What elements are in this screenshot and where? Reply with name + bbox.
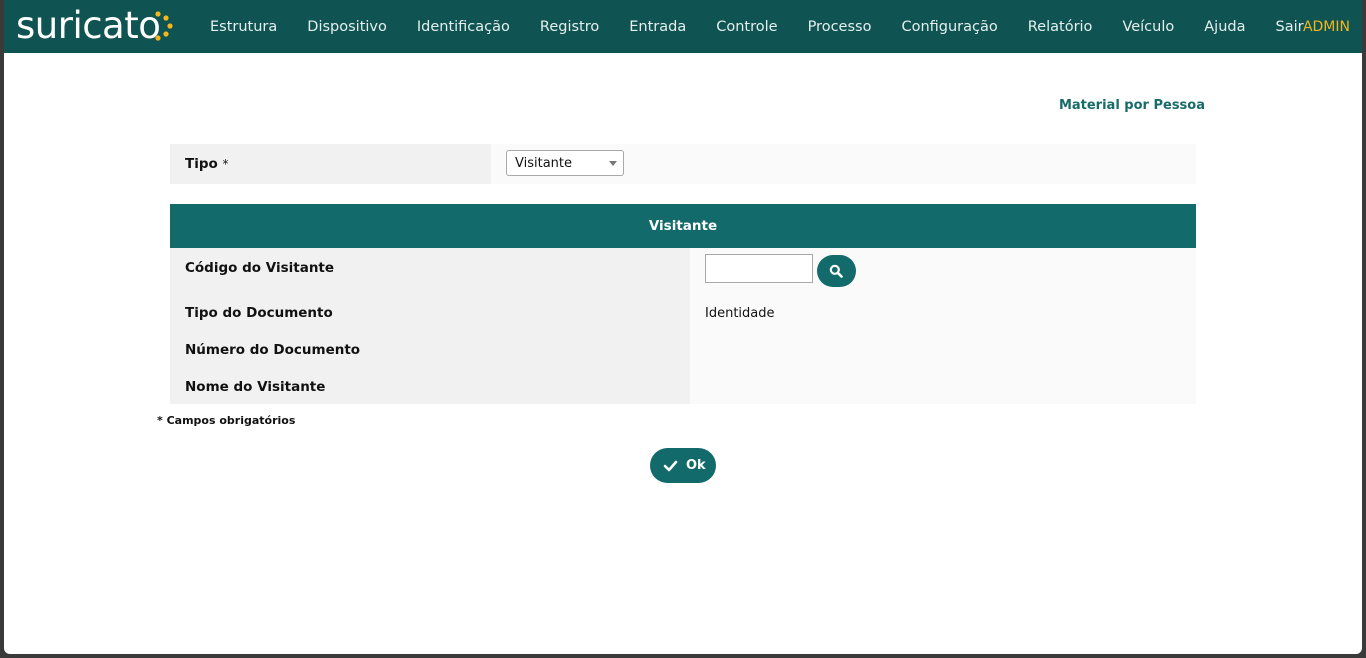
menu-item-dispositivo[interactable]: Dispositivo (292, 0, 402, 53)
logo-text: suricato (16, 4, 161, 47)
ok-button-label: Ok (686, 458, 706, 473)
tipo-row: Tipo * Visitante (170, 144, 1196, 184)
menu-item-identificacao[interactable]: Identificação (402, 0, 525, 53)
menu-item-configuracao[interactable]: Configuração (886, 0, 1012, 53)
tipo-label: Tipo * (170, 144, 491, 184)
menu-item-registro[interactable]: Registro (525, 0, 614, 53)
ok-button[interactable]: Ok (650, 448, 716, 483)
check-icon (663, 460, 678, 472)
menu-item-veiculo[interactable]: Veículo (1107, 0, 1189, 53)
visitante-section-header: Visitante (170, 204, 1196, 248)
menu-item-controle[interactable]: Controle (701, 0, 792, 53)
dropdown-arrow-icon (609, 161, 617, 166)
required-mark: * (222, 157, 229, 171)
logo-dots-icon (155, 11, 173, 41)
search-visitante-button[interactable] (817, 255, 856, 287)
tipo-select[interactable]: Visitante (506, 150, 624, 176)
app-window: suricato Estrutura Dispositivo Identific… (4, 0, 1362, 654)
menu-item-relatorio[interactable]: Relatório (1013, 0, 1108, 53)
menu-item-ajuda[interactable]: Ajuda (1189, 0, 1260, 53)
menu-item-processo[interactable]: Processo (793, 0, 887, 53)
top-navigation-bar: suricato Estrutura Dispositivo Identific… (4, 0, 1362, 53)
tipo-label-text: Tipo (185, 156, 218, 172)
search-icon (829, 264, 843, 278)
tipo-documento-label: Tipo do Documento (185, 305, 333, 321)
menu-item-estrutura[interactable]: Estrutura (195, 0, 292, 53)
app-logo[interactable]: suricato (16, 4, 161, 48)
menu-item-entrada[interactable]: Entrada (614, 0, 701, 53)
current-user[interactable]: ADMIN (1303, 0, 1350, 55)
nome-visitante-label: Nome do Visitante (185, 379, 326, 395)
codigo-visitante-label: Código do Visitante (185, 260, 335, 276)
required-fields-note: * Campos obrigatórios (157, 414, 296, 427)
codigo-visitante-input[interactable] (705, 254, 813, 283)
tipo-selected-value: Visitante (515, 156, 573, 171)
numero-documento-label: Número do Documento (185, 342, 361, 358)
main-menu: Estrutura Dispositivo Identificação Regi… (195, 0, 1319, 53)
page-title: Material por Pessoa (1058, 98, 1205, 113)
tipo-documento-value: Identidade (705, 306, 775, 321)
visitante-fields: Código do Visitante Tipo do Documento Id… (170, 248, 1196, 404)
